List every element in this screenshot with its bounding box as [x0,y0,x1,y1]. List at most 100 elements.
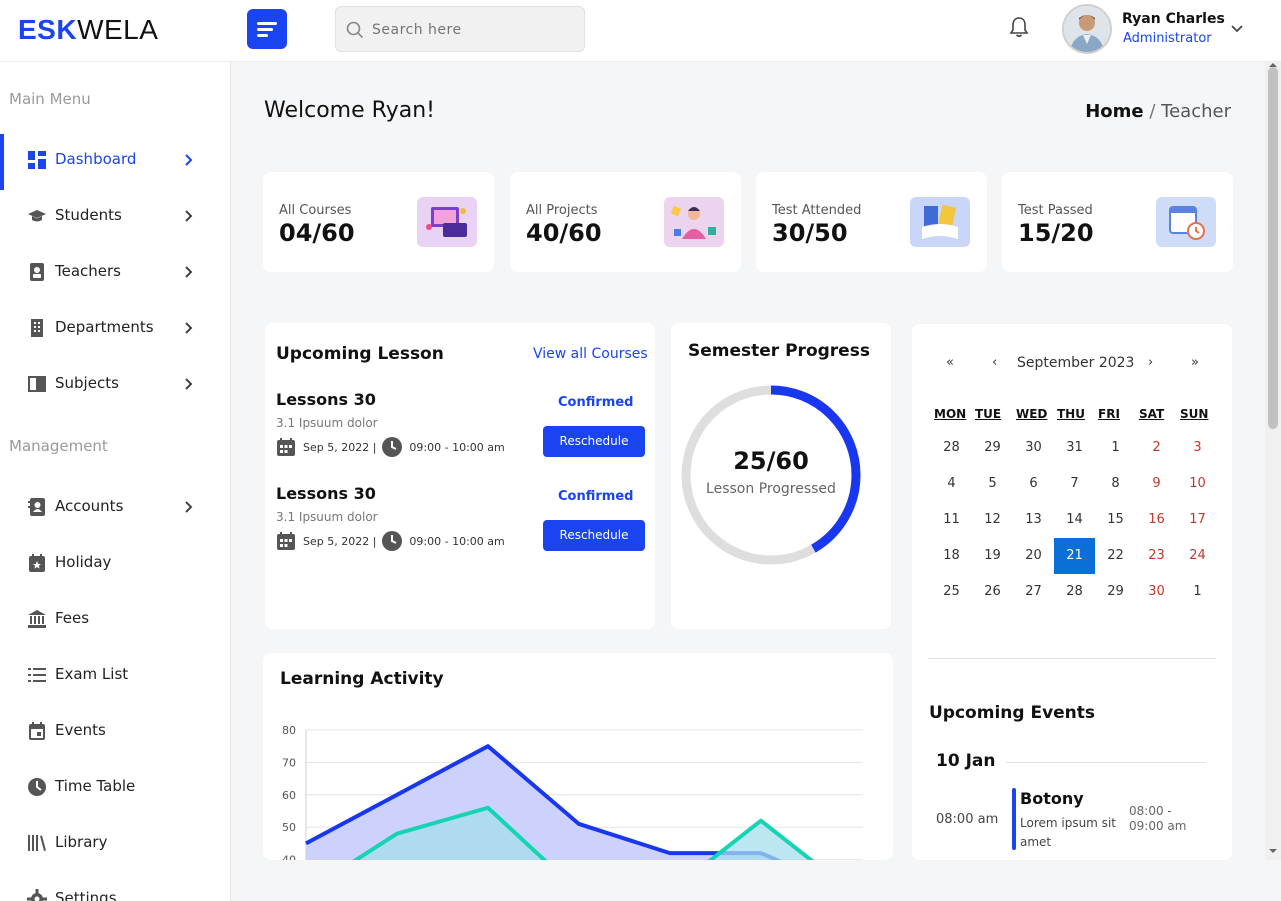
sidebar-item-label: Accounts [55,497,124,515]
breadcrumb-home[interactable]: Home [1085,101,1143,122]
event-name[interactable]: Botony [1020,789,1084,808]
sidebar-item-subjects[interactable]: Subjects [0,358,231,410]
lesson-meta: Sep 5, 2022 | 09:00 - 10:00 am [276,437,505,457]
sidebar-item-departments[interactable]: Departments [0,302,231,354]
calendar-day[interactable]: 20 [1013,538,1054,574]
divider [928,658,1216,659]
calendar-day[interactable]: 1 [1095,430,1136,466]
calendar-day[interactable]: 4 [931,466,972,502]
sidebar-item-events[interactable]: Events [0,705,231,757]
calendar-month-label[interactable]: September 2023 [1017,355,1134,371]
chevron-right-icon [185,210,193,222]
sidebar-item-students[interactable]: Students [0,190,231,242]
calendar-day[interactable]: 10 [1177,466,1218,502]
avatar[interactable] [1062,4,1112,54]
sidebar-item-holiday[interactable]: Holiday [0,537,231,589]
sidebar-item-accounts[interactable]: Accounts [0,481,231,533]
y-tick-label: 70 [282,756,296,769]
view-all-courses-link[interactable]: View all Courses [533,346,648,362]
chevron-right-icon [185,266,193,278]
next-month-button[interactable]: › [1148,355,1153,370]
calendar-day[interactable]: 6 [1013,466,1054,502]
calendar-day[interactable]: 25 [931,574,972,610]
menu-line-icon [257,28,273,31]
calendar-day[interactable]: 8 [1095,466,1136,502]
menu-line-icon [257,34,268,37]
calendar-day[interactable]: 15 [1095,502,1136,538]
calendar-day[interactable]: 30 [1136,574,1177,610]
calendar-day[interactable]: 1 [1177,574,1218,610]
calendar-day[interactable]: 18 [931,538,972,574]
clock-icon [382,437,403,457]
chevron-down-icon[interactable] [1230,24,1244,34]
calendar-day[interactable]: 29 [1095,574,1136,610]
test-attended-illustration-icon [910,197,970,247]
sidebar-item-library[interactable]: Library [0,817,231,869]
calendar-day[interactable]: 9 [1136,466,1177,502]
calendar-day[interactable]: 14 [1054,502,1095,538]
calendar-day[interactable]: 12 [972,502,1013,538]
y-tick-label: 50 [282,821,296,834]
lesson-time: 09:00 - 10:00 am [409,440,505,454]
stat-label: Test Passed [1018,203,1093,218]
reschedule-button[interactable]: Reschedule [543,426,645,457]
lesson-date: Sep 5, 2022 | [303,440,377,454]
calendar-weekday-label: MON [934,407,967,421]
sidebar-item-label: Events [55,721,106,739]
reschedule-button[interactable]: Reschedule [543,520,645,551]
calendar-day[interactable]: 29 [972,430,1013,466]
sidebar-item-settings[interactable]: Settings [0,873,231,901]
sidebar-item-exam-list[interactable]: Exam List [0,649,231,701]
bell-icon[interactable] [1009,16,1029,38]
sidebar-item-label: Students [55,206,122,224]
calendar-day[interactable]: 26 [972,574,1013,610]
search-input[interactable] [372,17,572,43]
calendar-day[interactable]: 11 [931,502,972,538]
calendar-day[interactable]: 3 [1177,430,1218,466]
stat-label: All Courses [279,203,352,218]
stat-card-courses: All Courses 04/60 [263,172,494,272]
calendar-day[interactable]: 16 [1136,502,1177,538]
clock-icon [382,531,403,551]
calendar-day[interactable]: 22 [1095,538,1136,574]
calendar-day[interactable]: 23 [1136,538,1177,574]
calendar-day[interactable]: 30 [1013,430,1054,466]
top-bar: ESKWELA Ryan Charles Administrator [0,0,1281,62]
sidebar-item-time-table[interactable]: Time Table [0,761,231,813]
chevron-right-icon [185,154,193,166]
stat-label: Test Attended [772,203,862,218]
calendar-day[interactable]: 28 [931,430,972,466]
scrollbar-thumb[interactable] [1268,67,1278,429]
calendar-day[interactable]: 31 [1054,430,1095,466]
scroll-down-icon[interactable] [1269,848,1277,854]
user-name[interactable]: Ryan Charles [1122,11,1225,27]
logo-part1: ESK [18,14,78,45]
sidebar-item-dashboard[interactable]: Dashboard [0,134,231,190]
y-tick-label: 80 [282,724,296,737]
calendar-weekday-label: FRI [1098,407,1120,421]
calendar-day[interactable]: 21 [1054,538,1095,574]
sidebar-item-fees[interactable]: Fees [0,593,231,645]
calendar-day[interactable]: 17 [1177,502,1218,538]
lesson-time: 09:00 - 10:00 am [409,534,505,548]
calendar-day[interactable]: 24 [1177,538,1218,574]
sidebar-item-label: Departments [55,318,154,336]
logo[interactable]: ESKWELA [18,14,158,46]
y-tick-label: 60 [282,789,296,802]
sidebar-item-teachers[interactable]: Teachers [0,246,231,298]
prev-month-button[interactable]: ‹ [992,355,997,370]
calendar-day[interactable]: 27 [1013,574,1054,610]
menu-toggle-button[interactable] [247,9,287,49]
calendar-day[interactable]: 5 [972,466,1013,502]
calendar-day[interactable]: 13 [1013,502,1054,538]
search-icon [346,21,364,39]
scrollbar[interactable] [1265,62,1281,860]
prev-year-button[interactable]: « [946,355,954,370]
event-time-range: 08:00 - 09:00 am [1129,804,1187,833]
calendar-day[interactable]: 28 [1054,574,1095,610]
calendar-day[interactable]: 7 [1054,466,1095,502]
calendar-day[interactable]: 2 [1136,430,1177,466]
event-description: Lorem ipsum sit amet [1020,816,1116,849]
next-year-button[interactable]: » [1191,355,1199,370]
calendar-day[interactable]: 19 [972,538,1013,574]
